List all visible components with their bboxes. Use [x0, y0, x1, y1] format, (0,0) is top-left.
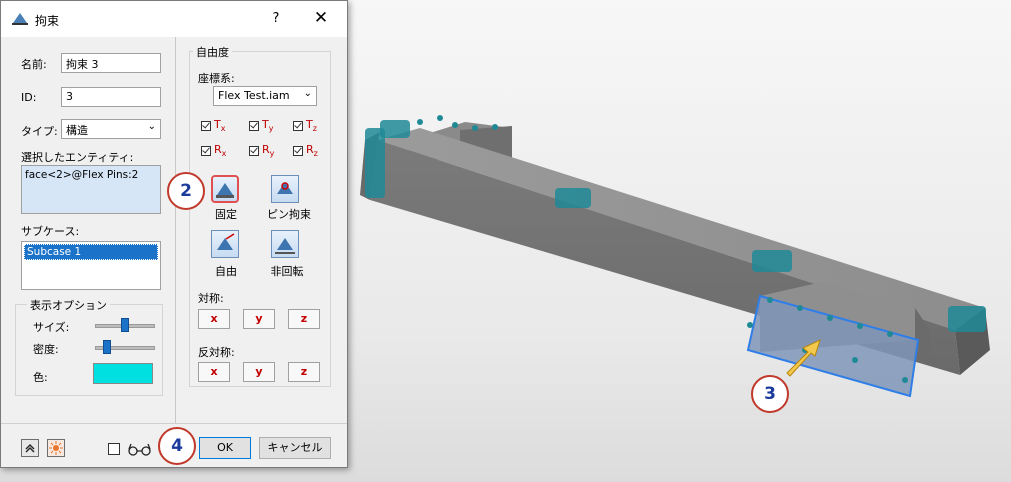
- chevron-down-icon: ⌄: [147, 121, 156, 132]
- display-options-legend: 表示オプション: [27, 297, 110, 313]
- entity-item[interactable]: face<2>@Flex Pins:2: [25, 169, 138, 181]
- help-button[interactable]: ?: [269, 11, 283, 26]
- callout-3: 3: [751, 375, 789, 413]
- ok-button[interactable]: OK: [199, 437, 251, 459]
- pin-label: ピン拘束: [267, 208, 311, 221]
- fixed-button[interactable]: [211, 175, 239, 203]
- dof-tx-label: Tx: [214, 118, 226, 134]
- subcase-label: サブケース:: [21, 225, 80, 238]
- dialog-title: 拘束: [35, 14, 60, 28]
- title-bar: 拘束 ? ✕: [1, 1, 347, 37]
- id-field[interactable]: 3: [61, 87, 161, 107]
- glasses-icon: [128, 443, 151, 456]
- checkbox-rz[interactable]: [293, 146, 303, 156]
- checkbox-ry[interactable]: [249, 146, 259, 156]
- dof-rz-label: Rz: [306, 143, 318, 159]
- antisymmetry-x-button[interactable]: x: [198, 362, 230, 382]
- coord-select[interactable]: Flex Test.iam ⌄: [213, 86, 317, 106]
- subcase-list[interactable]: Subcase 1: [21, 241, 161, 290]
- callout-4: 4: [158, 427, 196, 465]
- density-slider-thumb[interactable]: [103, 340, 111, 354]
- free-constraint-icon: [217, 233, 235, 250]
- entity-list[interactable]: face<2>@Flex Pins:2: [21, 165, 161, 214]
- dof-rx-label: Rx: [214, 143, 227, 159]
- subcase-item[interactable]: Subcase 1: [24, 244, 158, 260]
- constraint-dialog: 拘束 ? ✕ 名前: 拘束 3 ID: 3 タイプ: 構造 ⌄ 選択したエンティ…: [0, 0, 348, 468]
- column-divider: [175, 37, 176, 423]
- bottom-divider: [1, 423, 347, 424]
- fixed-label: 固定: [215, 208, 237, 221]
- norotate-button[interactable]: [271, 230, 299, 258]
- checkbox-tz[interactable]: [293, 121, 303, 131]
- dof-legend: 自由度: [193, 44, 232, 60]
- symmetry-y-button[interactable]: y: [243, 309, 275, 329]
- checkbox-rx[interactable]: [201, 146, 211, 156]
- beam-model: [360, 122, 990, 398]
- fixed-constraint-icon: [216, 183, 234, 198]
- coord-label: 座標系:: [198, 72, 235, 85]
- burst-icon: [49, 441, 63, 455]
- collapse-button[interactable]: [21, 439, 39, 457]
- antisymmetry-y-button[interactable]: y: [243, 362, 275, 382]
- dof-ry-label: Ry: [262, 143, 275, 159]
- antisymmetry-z-button[interactable]: z: [288, 362, 320, 382]
- type-select[interactable]: 構造 ⌄: [61, 119, 161, 139]
- size-label: サイズ:: [33, 321, 70, 334]
- callout-2: 2: [167, 172, 205, 210]
- close-button[interactable]: ✕: [313, 8, 329, 28]
- symmetry-x-button[interactable]: x: [198, 309, 230, 329]
- type-select-value: 構造: [66, 124, 88, 137]
- density-label: 密度:: [33, 343, 59, 356]
- color-swatch[interactable]: [93, 363, 153, 384]
- free-button[interactable]: [211, 230, 239, 258]
- size-slider-thumb[interactable]: [121, 318, 129, 332]
- checkbox-tx[interactable]: [201, 121, 211, 131]
- constraint-icon: [12, 13, 28, 25]
- pin-button[interactable]: [271, 175, 299, 203]
- chevron-down-icon: ⌄: [303, 88, 312, 99]
- name-label: 名前:: [21, 58, 47, 71]
- dof-tz-label: Tz: [306, 118, 317, 134]
- type-label: タイプ:: [21, 125, 58, 138]
- norotate-constraint-icon: [275, 238, 295, 254]
- preview-checkbox[interactable]: [108, 443, 120, 455]
- norotate-label: 非回転: [270, 265, 304, 278]
- free-label: 自由: [215, 265, 237, 278]
- color-label: 色:: [33, 371, 48, 384]
- coord-select-value: Flex Test.iam: [218, 89, 290, 102]
- id-label: ID:: [21, 91, 37, 104]
- name-field[interactable]: 拘束 3: [61, 53, 161, 73]
- dof-ty-label: Ty: [262, 118, 274, 134]
- highlight-button[interactable]: [47, 439, 65, 457]
- entity-label: 選択したエンティティ:: [21, 151, 134, 164]
- antisymmetry-label: 反対称:: [198, 346, 235, 359]
- symmetry-label: 対称:: [198, 292, 224, 305]
- subcase-item-label: Subcase 1: [27, 246, 82, 258]
- chevron-up-icon: [25, 444, 35, 453]
- pin-constraint-icon: [277, 182, 293, 194]
- symmetry-z-button[interactable]: z: [288, 309, 320, 329]
- cancel-button[interactable]: キャンセル: [259, 437, 331, 459]
- checkbox-ty[interactable]: [249, 121, 259, 131]
